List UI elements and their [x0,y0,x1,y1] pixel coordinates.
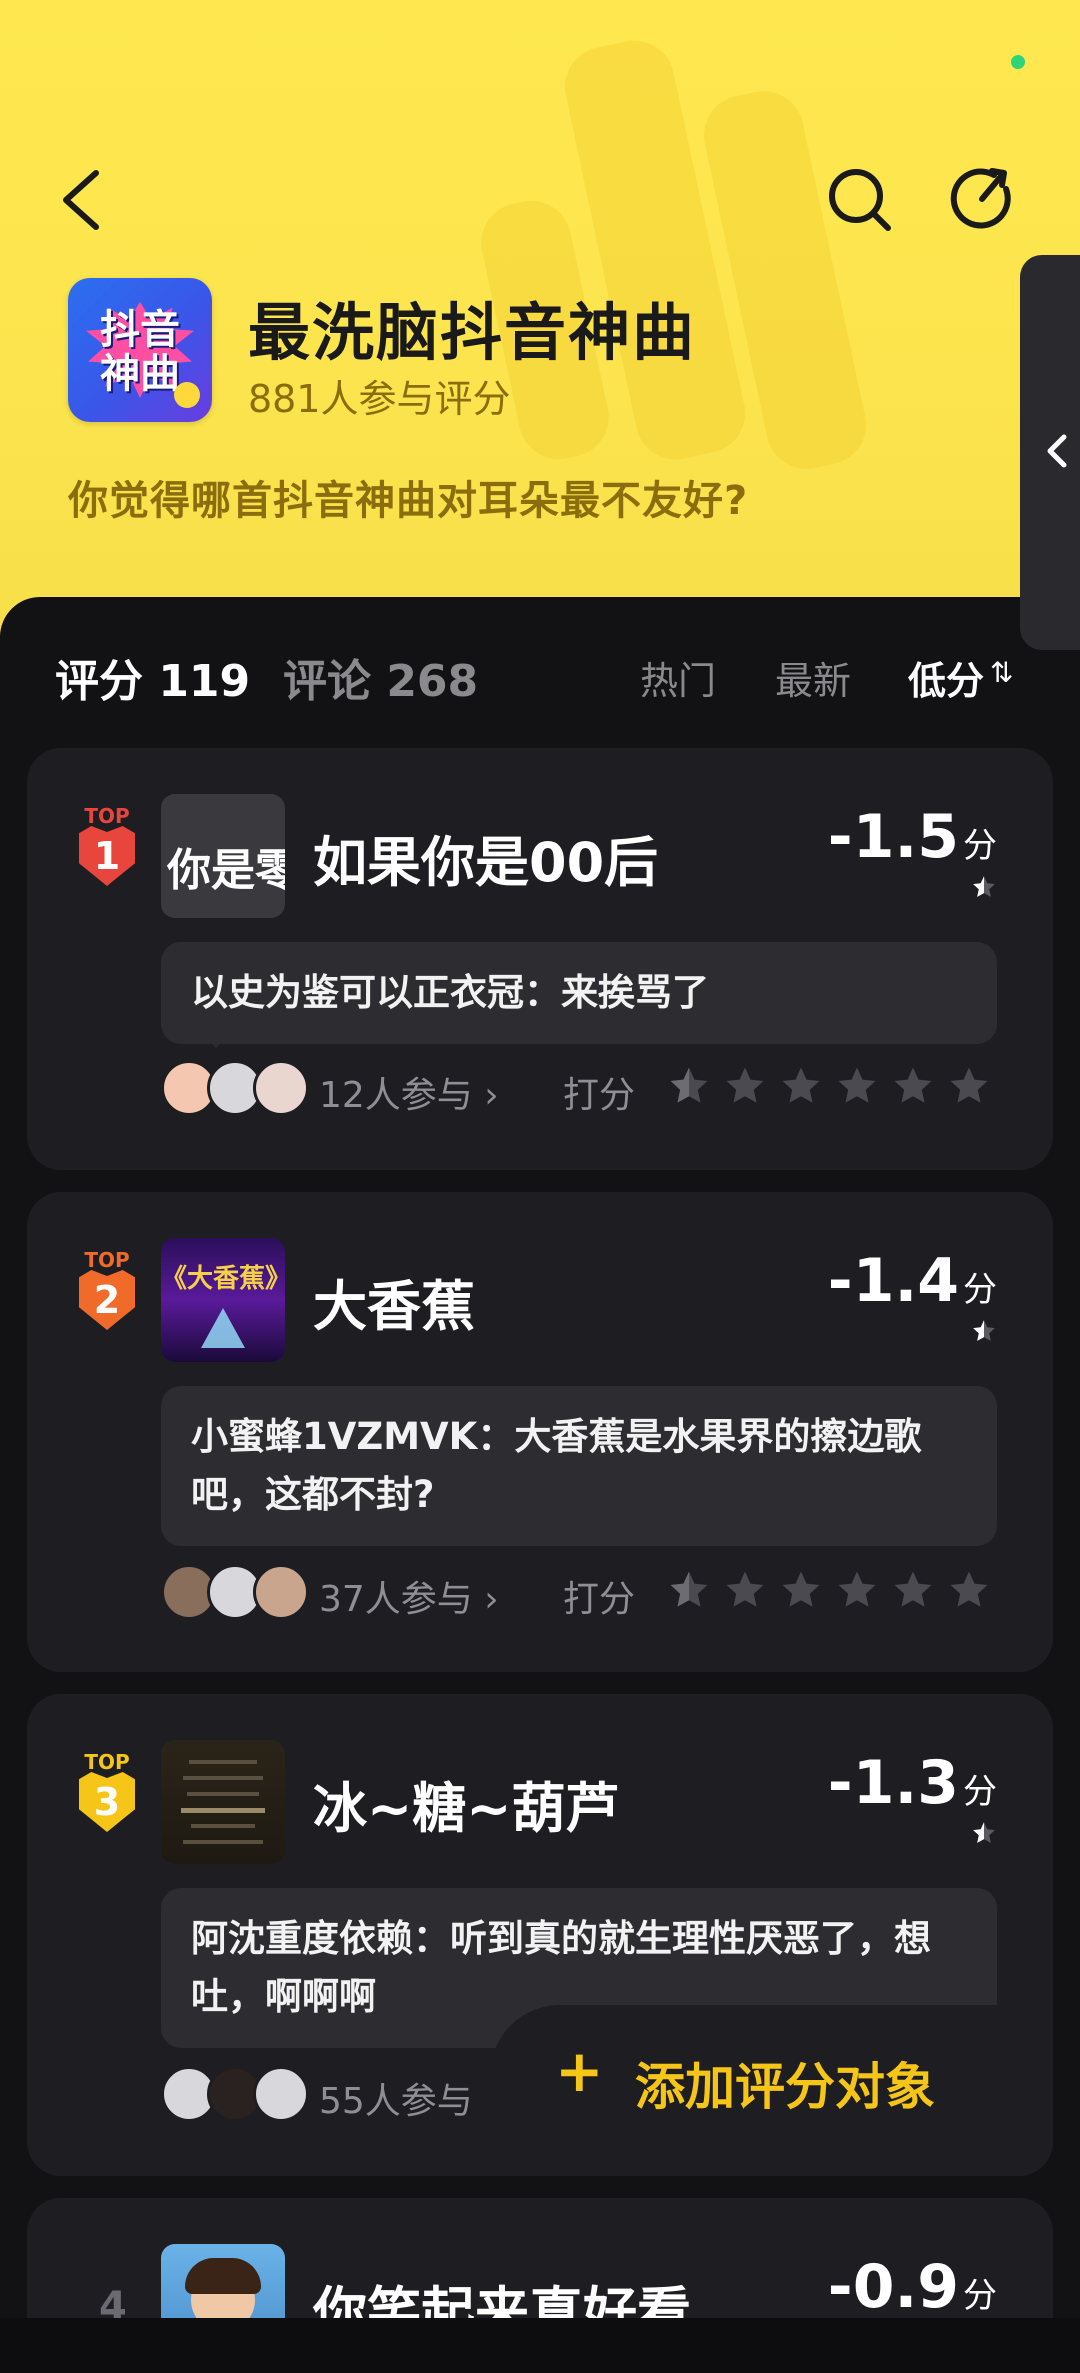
item-thumbnail[interactable]: 你是零 [161,794,285,918]
thumbnail-art [201,1308,245,1348]
join-count-link[interactable]: 37人参与 › [319,1570,499,1622]
star-icon[interactable] [947,1568,991,1612]
top-comment[interactable]: 以史为鉴可以正衣冠：来挨骂了 [161,942,997,1044]
thumbnail-caption: 你是零 [167,845,285,896]
rank-number: 2 [93,1278,121,1322]
rank-card[interactable]: TOP 2 《大香蕉》 大香蕉 -1.4 分 小蜜蜂1VZMVK：大香蕉是水果界的… [27,1192,1053,1672]
rate-label: 打分 [563,1075,636,1116]
rank-badge: TOP 1 [75,804,139,886]
rank-number: 1 [93,834,121,878]
participant-avatars[interactable] [161,1564,311,1622]
sort-hot[interactable]: 热门 [640,650,716,705]
item-title: 冰~糖~葫芦 [313,1777,620,1840]
topic-question: 你觉得哪首抖音神曲对耳朵最不友好? [68,478,749,524]
rank-top-label: TOP [84,804,130,828]
score-value: -1.4 [827,1246,959,1316]
item-score: -0.9 分 [828,2252,997,2322]
star-icon[interactable] [779,1064,823,1108]
half-star-icon [973,1320,995,1341]
half-star-icon [973,876,995,897]
item-thumbnail[interactable]: 《大香蕉》 [161,1238,285,1362]
header: 抖音神曲 最洗脑抖音神曲 881人参与评分 你觉得哪首抖音神曲对耳朵最不友好? [0,0,1080,640]
star-icon[interactable] [835,1064,879,1108]
score-unit: 分 [963,2276,997,2316]
lyric-line [187,1792,259,1796]
sort-lowest[interactable]: 低分 [908,650,984,705]
score-unit: 分 [963,1772,997,1812]
rate-label: 打分 [563,1579,636,1620]
sort-order-icon[interactable]: ⇅ [990,656,1013,689]
score-value: -0.9 [827,2252,959,2322]
star-icon[interactable] [779,1568,823,1612]
item-thumbnail[interactable] [161,1740,285,1864]
page-title: 最洗脑抖音神曲 [248,296,697,369]
item-title: 大香蕉 [313,1275,475,1338]
rank-badge: TOP 3 [75,1750,139,1832]
bubble-tail [202,1034,230,1048]
share-icon[interactable] [950,165,1020,235]
search-icon[interactable] [825,165,895,235]
lyric-line [189,1760,257,1764]
tab-score[interactable]: 评分 119 [55,645,250,709]
item-title: 如果你是00后 [313,831,659,894]
star-icon[interactable] [723,1064,767,1108]
thumbnail-art [185,2258,261,2294]
rank-number: 3 [93,1780,121,1824]
star-icon[interactable] [891,1568,935,1612]
rating-stars[interactable] [667,1064,991,1108]
topic-cover: 抖音神曲 [68,278,212,422]
score-unit: 分 [963,1270,997,1310]
smiley-icon [174,382,200,408]
score-value: -1.5 [827,802,959,872]
half-star-icon [973,1822,995,1843]
thumbnail-caption: 《大香蕉》 [161,1264,285,1294]
add-button-label: 添加评分对象 [635,2058,935,2116]
back-icon[interactable] [56,165,116,235]
participant-avatars[interactable] [161,2066,311,2124]
status-dot [1011,55,1025,69]
plus-icon: + [555,2037,604,2105]
lyric-line [183,1776,263,1780]
avatar [253,1564,309,1620]
cover-text: 抖音神曲 [100,307,180,397]
score-value: -1.3 [827,1748,959,1818]
item-score: -1.3 分 [828,1748,997,1818]
rank-card[interactable]: TOP 1 你是零 如果你是00后 -1.5 分 以史为鉴可以正衣冠：来挨骂了 1… [27,748,1053,1170]
bottom-bar [0,2318,1080,2373]
join-count-link[interactable]: 55人参与 [319,2072,473,2124]
star-icon[interactable] [835,1568,879,1612]
add-rating-object-button[interactable]: + 添加评分对象 [490,2005,1010,2145]
item-score: -1.5 分 [828,802,997,872]
avatar [253,2066,309,2122]
star-icon[interactable] [723,1568,767,1612]
join-count-link[interactable]: 12人参与 › [319,1066,499,1118]
rank-top-label: TOP [84,1750,130,1774]
participant-avatars[interactable] [161,1060,311,1118]
star-icon[interactable] [891,1064,935,1108]
participant-count: 881人参与评分 [248,377,511,421]
item-score: -1.4 分 [828,1246,997,1316]
lyric-line [191,1824,255,1828]
star-icon[interactable] [947,1064,991,1108]
top-comment[interactable]: 小蜜蜂1VZMVK：大香蕉是水果界的擦边歌吧，这都不封? [161,1386,997,1546]
sort-newest[interactable]: 最新 [775,650,851,705]
rank-badge: TOP 2 [75,1248,139,1330]
chevron-left-icon [1047,434,1067,468]
lyric-line [181,1808,265,1813]
half-star-icon[interactable] [667,1064,711,1108]
rank-top-label: TOP [84,1248,130,1272]
lyric-line [183,1840,263,1844]
side-drawer-tab[interactable] [1020,255,1080,650]
tab-comments[interactable]: 评论 268 [283,645,478,709]
rating-stars[interactable] [667,1568,991,1612]
half-star-icon[interactable] [667,1568,711,1612]
score-unit: 分 [963,826,997,866]
avatar [253,1060,309,1116]
